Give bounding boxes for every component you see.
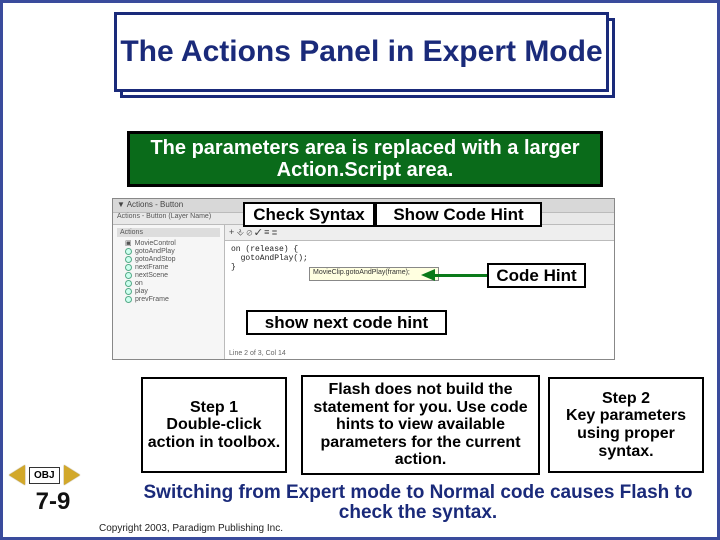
toolbox-item-label: gotoAndStop bbox=[135, 256, 175, 263]
copyright: Copyright 2003, Paradigm Publishing Inc. bbox=[99, 523, 283, 534]
box-step2: Step 2 Key parameters using proper synta… bbox=[548, 377, 704, 473]
action-icon bbox=[125, 280, 132, 287]
title-box: The Actions Panel in Expert Mode bbox=[114, 12, 609, 92]
nav-obj-button[interactable]: OBJ bbox=[29, 467, 60, 484]
code-line: gotoAndPlay(); bbox=[231, 254, 308, 263]
box-step2-text: Step 2 Key parameters using proper synta… bbox=[554, 390, 698, 460]
toolbox-item: gotoAndPlay bbox=[125, 248, 220, 255]
label-show-next-code-hint: show next code hint bbox=[246, 310, 447, 335]
arrow-head-icon bbox=[421, 269, 435, 281]
panel-body: Actions ▣ MovieControl gotoAndPlay gotoA… bbox=[113, 225, 614, 359]
toolbox-category: ▣ MovieControl bbox=[125, 239, 220, 247]
nav-prev-button[interactable] bbox=[9, 465, 25, 485]
box-step1: Step 1 Double-click action in toolbox. bbox=[141, 377, 287, 473]
arrow-line bbox=[435, 274, 487, 277]
action-icon bbox=[125, 248, 132, 255]
toolbox-item: prevFrame bbox=[125, 296, 220, 303]
action-icon bbox=[125, 296, 132, 303]
box-explanation: Flash does not build the statement for y… bbox=[301, 375, 540, 475]
title-text: The Actions Panel in Expert Mode bbox=[120, 36, 602, 68]
panel-toolbar: + ⎀ ⊘ ✓ ≡ ≣ bbox=[225, 225, 614, 241]
code-line: on (release) { bbox=[231, 245, 298, 254]
toolbox-item: gotoAndStop bbox=[125, 256, 220, 263]
switch-note: Switching from Expert mode to Normal cod… bbox=[125, 483, 711, 523]
toolbox-item-label: prevFrame bbox=[135, 296, 169, 303]
folder-icon: ▣ bbox=[125, 239, 132, 247]
toolbox-item-label: nextScene bbox=[135, 272, 168, 279]
label-show-code-hint: Show Code Hint bbox=[375, 202, 542, 227]
label-check-syntax: Check Syntax bbox=[243, 202, 375, 227]
toolbox-item: nextFrame bbox=[125, 264, 220, 271]
panel-toolbox: Actions ▣ MovieControl gotoAndPlay gotoA… bbox=[113, 225, 225, 359]
slide: The Actions Panel in Expert Mode The par… bbox=[0, 0, 720, 540]
action-icon bbox=[125, 264, 132, 271]
toolbox-item: on bbox=[125, 280, 220, 287]
nav-next-button[interactable] bbox=[64, 465, 80, 485]
code-line: } bbox=[231, 263, 236, 272]
action-icon bbox=[125, 288, 132, 295]
toolbox-item: play bbox=[125, 288, 220, 295]
action-icon bbox=[125, 256, 132, 263]
toolbox-item-label: play bbox=[135, 288, 148, 295]
toolbox-item-label: on bbox=[135, 280, 143, 287]
toolbox-item: nextScene bbox=[125, 272, 220, 279]
toolbox-item-label: nextFrame bbox=[135, 264, 168, 271]
action-icon bbox=[125, 272, 132, 279]
banner: The parameters area is replaced with a l… bbox=[127, 131, 603, 187]
nav-widget: OBJ 7-9 bbox=[9, 465, 97, 517]
title-wrap: The Actions Panel in Expert Mode bbox=[114, 12, 609, 94]
toolbox-item-label: gotoAndPlay bbox=[135, 248, 175, 255]
banner-text: The parameters area is replaced with a l… bbox=[130, 137, 600, 181]
code-hint-tooltip: MovieClip.gotoAndPlay(frame); bbox=[309, 267, 439, 281]
toolbox-header: Actions bbox=[117, 228, 220, 237]
box-step1-text: Step 1 Double-click action in toolbox. bbox=[147, 399, 281, 452]
nav-row: OBJ bbox=[9, 465, 97, 485]
toolbox-category-label: MovieControl bbox=[135, 240, 176, 247]
nav-page-number: 7-9 bbox=[9, 488, 97, 516]
panel-status: Line 2 of 3, Col 14 bbox=[229, 350, 286, 357]
box-explanation-text: Flash does not build the statement for y… bbox=[307, 381, 534, 469]
panel-script-area: + ⎀ ⊘ ✓ ≡ ≣ on (release) { gotoAndPlay()… bbox=[225, 225, 614, 359]
label-code-hint: Code Hint bbox=[487, 263, 586, 288]
